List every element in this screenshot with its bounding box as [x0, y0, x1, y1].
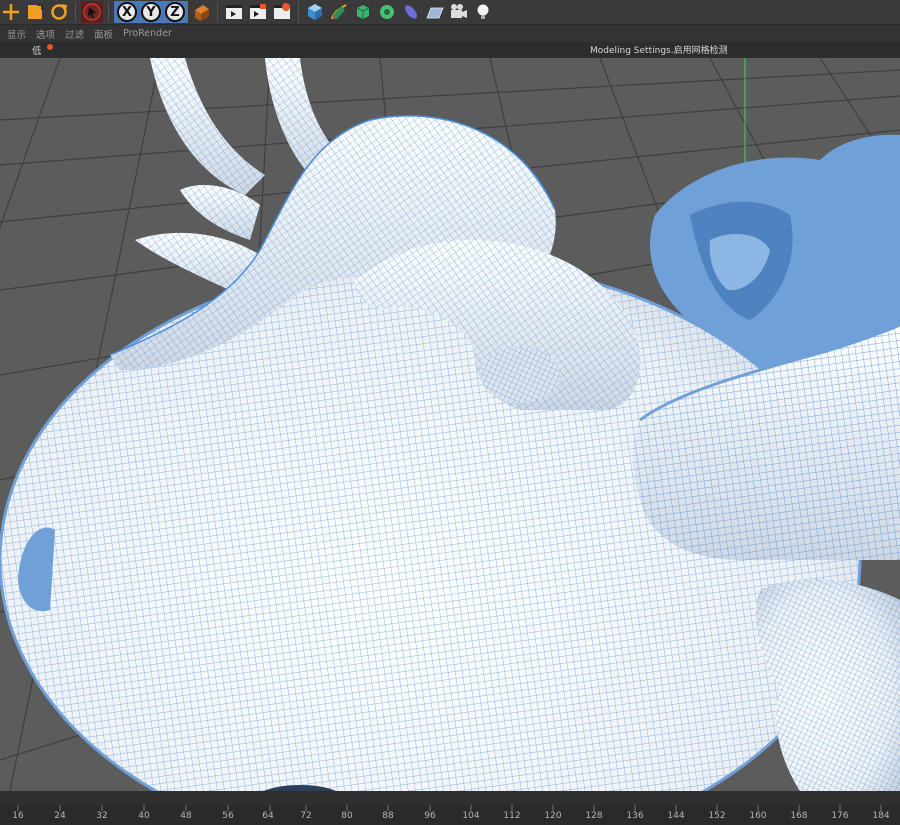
generator-icon[interactable] [352, 1, 374, 23]
timeline-tick-label: 120 [544, 811, 562, 821]
scale-icon[interactable] [24, 1, 46, 23]
axis-lock-group: X Y Z [114, 1, 188, 23]
spline-pen-icon[interactable] [328, 1, 350, 23]
move-icon[interactable] [0, 1, 22, 23]
3d-viewport[interactable] [0, 58, 900, 791]
timeline-tick-label: 88 [382, 811, 394, 821]
toolbar-separator [298, 2, 299, 22]
timeline-tick-label: 80 [341, 811, 353, 821]
timeline-tick-label: 72 [300, 811, 312, 821]
deformer-icon[interactable] [376, 1, 398, 23]
coordinate-system-icon[interactable] [190, 1, 212, 23]
timeline-tick-label: 24 [54, 811, 66, 821]
viewport-title: Modeling Settings.启用网格检测 [590, 46, 728, 56]
timeline-tick-label: 128 [585, 811, 603, 821]
timeline-tick-label: 168 [790, 811, 808, 821]
viewport-menubar: 显示 选项 过滤 面板 ProRender [0, 25, 900, 42]
timeline-tick-label: 96 [424, 811, 436, 821]
light-icon[interactable] [472, 1, 494, 23]
timeline-tick-label: 40 [138, 811, 150, 821]
menu-panel[interactable]: 面板 [94, 27, 113, 41]
camera-icon[interactable] [448, 1, 470, 23]
timeline-tick-label: 136 [626, 811, 644, 821]
timeline-tick-label: 176 [831, 811, 849, 821]
timeline-tick-label: 152 [708, 811, 726, 821]
menu-display[interactable]: 显示 [7, 27, 26, 41]
x-axis-icon[interactable]: X [117, 2, 137, 22]
timeline-tick-label: 104 [462, 811, 480, 821]
timeline-tick-label: 48 [180, 811, 192, 821]
toolbar-separator [108, 2, 109, 22]
menu-filter[interactable]: 过滤 [65, 27, 84, 41]
render-view-icon[interactable] [223, 1, 245, 23]
viewport-header [0, 42, 900, 58]
viewport-status-icon [47, 44, 53, 50]
viewport-quality-label[interactable]: 低 [32, 43, 42, 57]
timeline-tick-label: 16 [12, 811, 24, 821]
menu-prorender[interactable]: ProRender [123, 28, 172, 39]
timeline-tick-label: 184 [872, 811, 890, 821]
render-settings-icon[interactable] [271, 1, 293, 23]
toolbar-separator [75, 2, 76, 22]
z-axis-icon[interactable]: Z [165, 2, 185, 22]
timeline-tick-label: 160 [749, 811, 767, 821]
select-cursor-icon[interactable] [81, 1, 103, 23]
menu-options[interactable]: 选项 [36, 27, 55, 41]
floor-icon[interactable] [424, 1, 446, 23]
timeline-tick-label: 56 [222, 811, 234, 821]
y-axis-icon[interactable]: Y [141, 2, 161, 22]
environment-icon[interactable] [400, 1, 422, 23]
cube-primitive-icon[interactable] [304, 1, 326, 23]
timeline-tick-label: 32 [96, 811, 108, 821]
timeline-tick-label: 64 [262, 811, 274, 821]
rotate-icon[interactable] [48, 1, 70, 23]
toolbar-separator [217, 2, 218, 22]
timeline-tick-label: 144 [667, 811, 685, 821]
render-picture-viewer-icon[interactable] [247, 1, 269, 23]
timeline-tick-label: 112 [503, 811, 521, 821]
main-toolbar: X Y Z [0, 0, 900, 25]
